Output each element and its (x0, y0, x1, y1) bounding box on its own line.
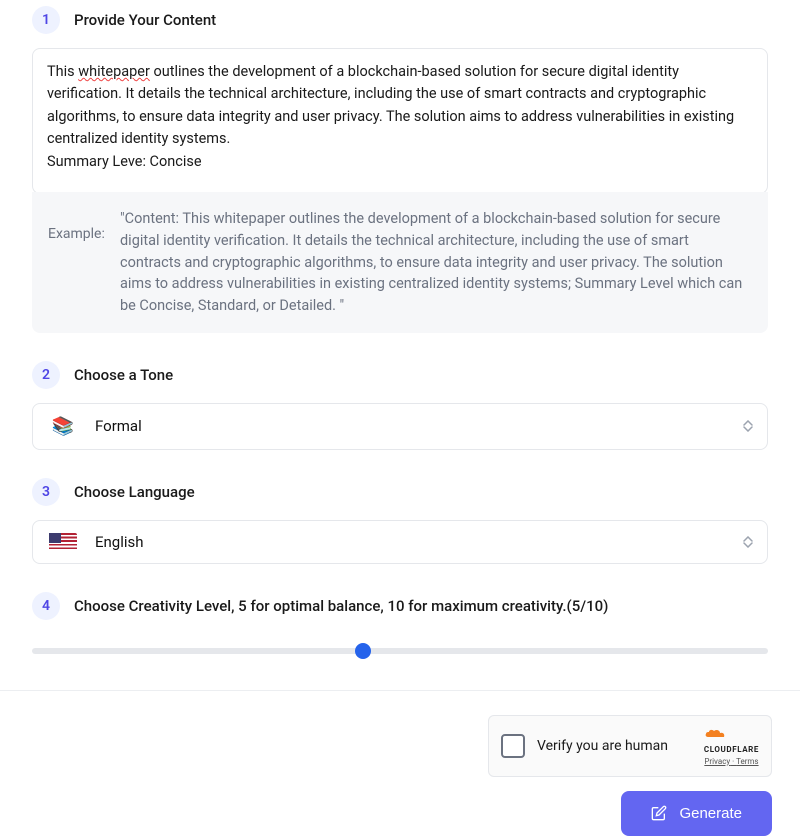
content-text-part-b: outlines the development of a blockchain… (47, 63, 734, 147)
content-text-line2: Summary Leve: Concise (47, 153, 202, 170)
step-number-2: 2 (32, 361, 60, 389)
cloudflare-icon (704, 727, 728, 739)
slider-track (32, 648, 768, 654)
generate-button-label: Generate (679, 805, 742, 822)
step-header-3: 3 Choose Language (32, 478, 768, 506)
step-header-2: 2 Choose a Tone (32, 361, 768, 389)
captcha-checkbox[interactable] (501, 734, 525, 758)
example-text: "Content: This whitepaper outlines the d… (120, 208, 752, 317)
footer: Verify you are human CLOUDFLARE Privacy … (0, 691, 800, 836)
content-text-part-a: This (47, 63, 78, 80)
tone-select[interactable]: 📚 Formal (32, 403, 768, 450)
step-number-3: 3 (32, 478, 60, 506)
flag-us-icon (49, 533, 77, 551)
language-selected-label: English (95, 533, 144, 551)
example-box: Example: "Content: This whitepaper outli… (32, 192, 768, 333)
section-choose-language: 3 Choose Language English (32, 478, 768, 564)
step-title-3: Choose Language (74, 483, 195, 501)
captcha-brand-block: CLOUDFLARE Privacy · Terms (704, 726, 759, 766)
captcha-label: Verify you are human (537, 738, 692, 754)
content-text-typo: whitepaper (78, 63, 150, 80)
step-number-1: 1 (32, 6, 60, 34)
step-title-1: Provide Your Content (74, 11, 216, 29)
content-textarea[interactable]: This whitepaper outlines the development… (32, 48, 768, 194)
slider-thumb[interactable] (355, 643, 371, 659)
chevron-updown-icon (743, 420, 753, 432)
tone-selected-label: Formal (95, 417, 142, 435)
captcha-widget[interactable]: Verify you are human CLOUDFLARE Privacy … (488, 715, 772, 777)
generate-button[interactable]: Generate (621, 791, 772, 836)
edit-icon (651, 805, 667, 821)
section-creativity: 4 Choose Creativity Level, 5 for optimal… (32, 592, 768, 660)
captcha-links: Privacy · Terms (704, 757, 759, 766)
section-choose-tone: 2 Choose a Tone 📚 Formal (32, 361, 768, 450)
step-header-4: 4 Choose Creativity Level, 5 for optimal… (32, 592, 768, 620)
books-icon: 📚 (49, 416, 77, 437)
language-select[interactable]: English (32, 520, 768, 564)
step-header-1: 1 Provide Your Content (32, 6, 768, 34)
chevron-updown-icon (743, 536, 753, 548)
captcha-terms-link[interactable]: Terms (736, 757, 758, 766)
step-number-4: 4 (32, 592, 60, 620)
captcha-brand: CLOUDFLARE (704, 745, 759, 754)
step-title-4: Choose Creativity Level, 5 for optimal b… (74, 597, 608, 615)
example-label: Example: (48, 208, 110, 317)
captcha-privacy-link[interactable]: Privacy (704, 757, 730, 766)
step-title-2: Choose a Tone (74, 366, 173, 384)
section-provide-content: 1 Provide Your Content This whitepaper o… (32, 6, 768, 333)
creativity-slider[interactable] (32, 642, 768, 660)
